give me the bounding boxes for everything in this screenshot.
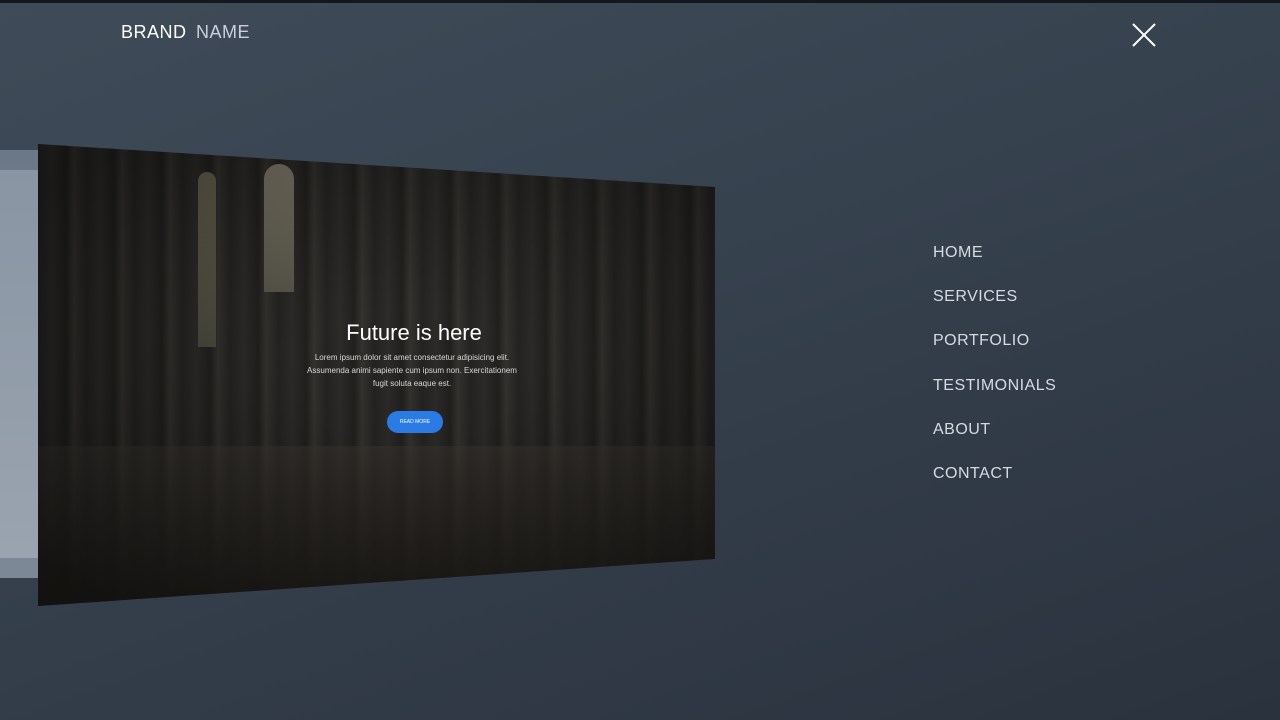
previous-slide-inner <box>0 170 40 558</box>
top-strip <box>0 0 1280 3</box>
brand-secondary: NAME <box>196 22 251 42</box>
close-button[interactable] <box>1131 22 1157 48</box>
menu-item-testimonials: TESTIMONIALS <box>933 373 1056 417</box>
menu-link-home[interactable]: HOME <box>933 240 983 262</box>
main-menu: HOME SERVICES PORTFOLIO TESTIMONIALS ABO… <box>933 240 1056 505</box>
menu-link-portfolio[interactable]: PORTFOLIO <box>933 328 1030 350</box>
menu-item-portfolio: PORTFOLIO <box>933 328 1056 372</box>
menu-link-testimonials[interactable]: TESTIMONIALS <box>933 373 1056 395</box>
brand-logo[interactable]: BRAND NAME <box>121 22 250 43</box>
brand-primary: BRAND <box>121 22 187 42</box>
menu-item-home: HOME <box>933 240 1056 284</box>
close-icon <box>1132 23 1156 47</box>
hero-text: Lorem ipsum dolor sit amet consectetur a… <box>307 353 517 388</box>
previous-slide-preview <box>0 150 40 578</box>
read-more-button[interactable]: READ MORE <box>387 411 443 433</box>
menu-link-services[interactable]: SERVICES <box>933 284 1018 306</box>
menu-link-contact[interactable]: CONTACT <box>933 461 1013 483</box>
menu-link-about[interactable]: ABOUT <box>933 417 991 439</box>
menu-item-contact: CONTACT <box>933 461 1056 505</box>
menu-item-about: ABOUT <box>933 417 1056 461</box>
menu-item-services: SERVICES <box>933 284 1056 328</box>
hero-title: Future is here <box>346 320 482 345</box>
